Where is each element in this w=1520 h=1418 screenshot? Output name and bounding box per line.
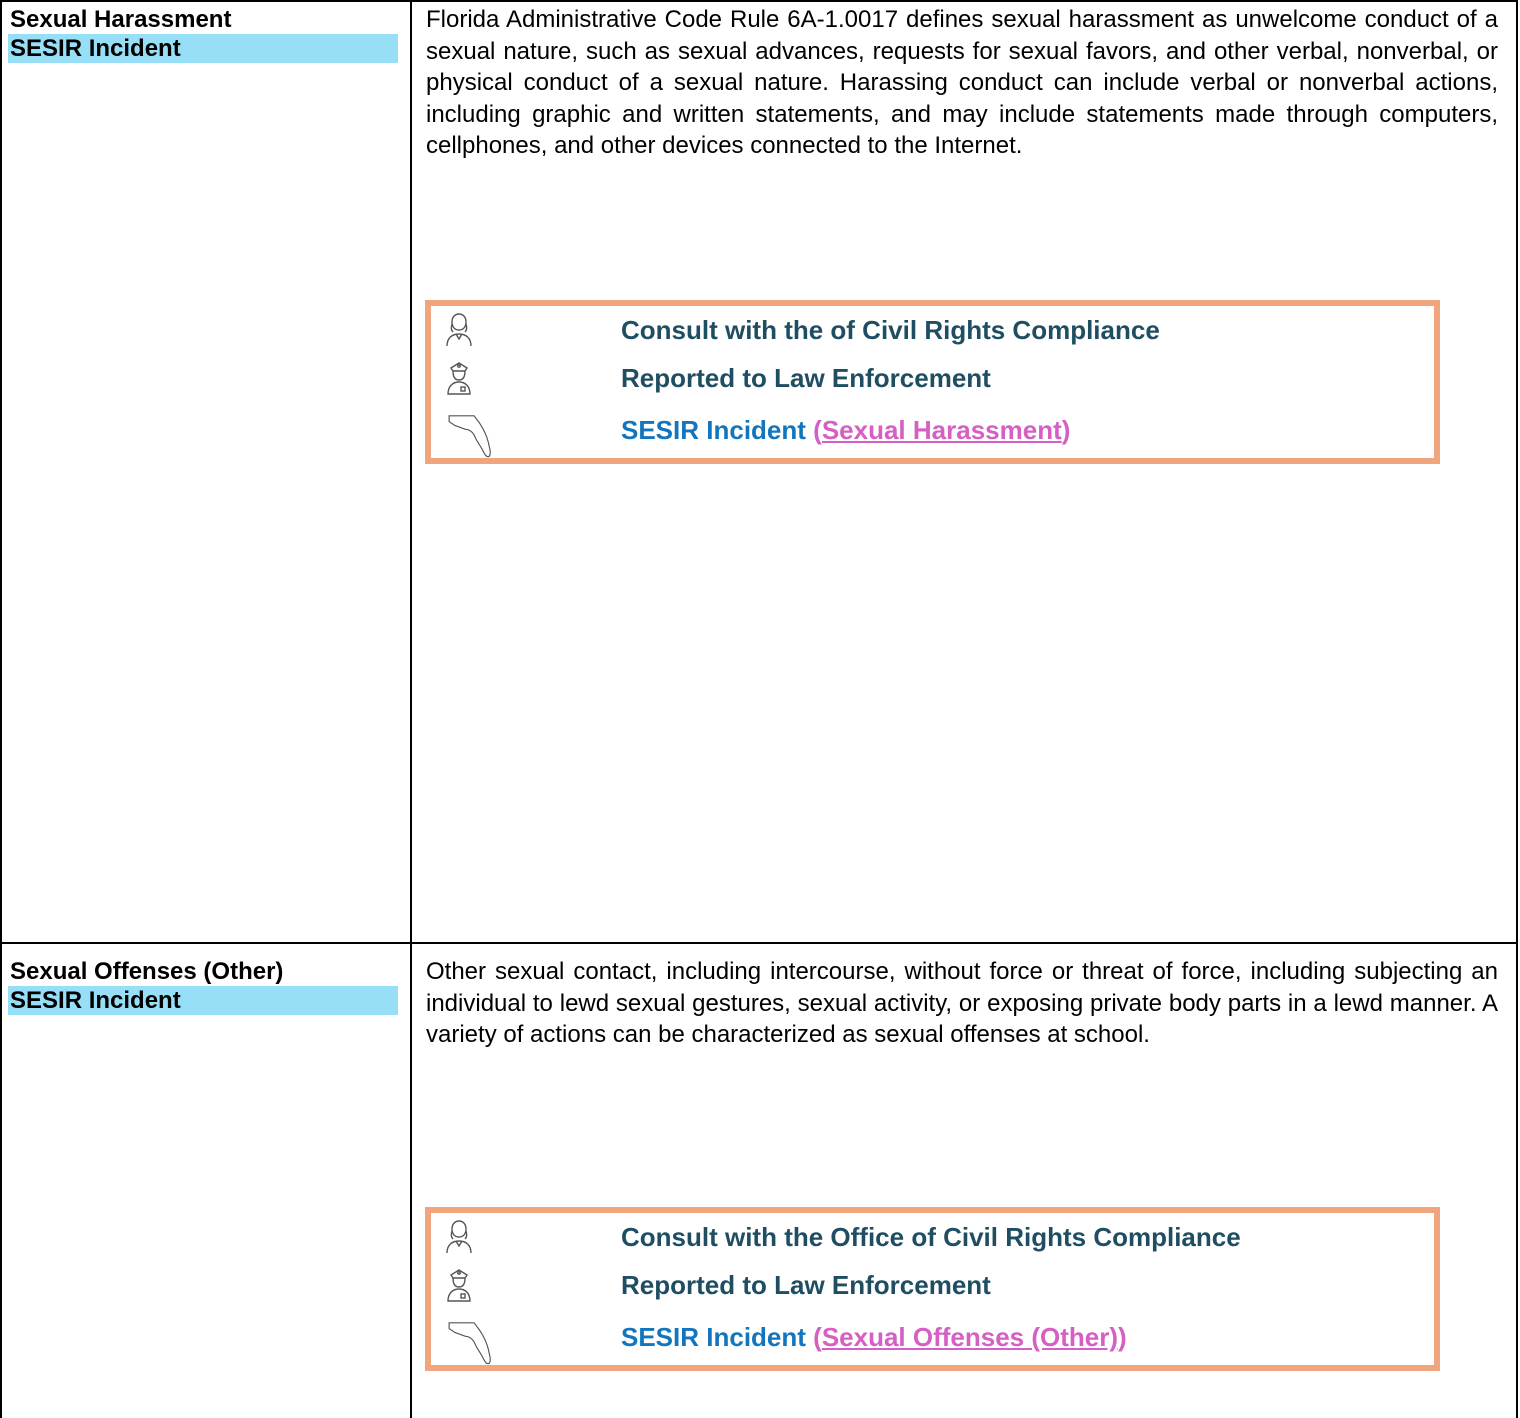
table-border-left xyxy=(0,0,2,1418)
definition-text: Other sexual contact, including intercou… xyxy=(426,958,1498,1048)
action-consult: Consult with the Office of Civil Rights … xyxy=(431,1219,1434,1259)
sesir-line: SESIR Incident (Sexual Offenses (Other)) xyxy=(621,1321,1127,1353)
term-cell-sexual-offenses: Sexual Offenses (Other) SESIR Incident xyxy=(8,957,398,1015)
report-text: Reported to Law Enforcement xyxy=(621,1270,991,1300)
action-report: Reported to Law Enforcement xyxy=(431,360,1434,400)
table-border-right xyxy=(1516,0,1518,1418)
person-icon xyxy=(446,1220,472,1254)
sesir-incident-tag: SESIR Incident xyxy=(8,986,398,1015)
consult-text: Consult with the of Civil Rights Complia… xyxy=(621,315,1160,345)
incident-table: Sexual Harassment SESIR Incident Florida… xyxy=(0,0,1520,1418)
table-row-divider xyxy=(0,942,1518,944)
action-box: Consult with the Office of Civil Rights … xyxy=(425,1207,1440,1371)
table-border-top xyxy=(0,0,1518,2)
sesir-close-paren: ) xyxy=(1061,415,1071,445)
action-sesir: SESIR Incident (Sexual Harassment) xyxy=(431,410,1434,458)
sesir-category-link[interactable]: Sexual Offenses (Other) xyxy=(822,1322,1118,1352)
sesir-incident-tag: SESIR Incident xyxy=(8,34,398,63)
term-cell-sexual-harassment: Sexual Harassment SESIR Incident xyxy=(8,5,398,63)
person-icon xyxy=(446,313,472,347)
sesir-label: SESIR Incident xyxy=(621,415,806,445)
action-report: Reported to Law Enforcement xyxy=(431,1267,1434,1307)
report-text: Reported to Law Enforcement xyxy=(621,363,991,393)
consult-text: Consult with the Office of Civil Rights … xyxy=(621,1222,1241,1252)
table-column-divider xyxy=(410,0,412,1418)
police-officer-icon xyxy=(447,1269,471,1302)
police-officer-icon xyxy=(447,362,471,395)
action-sesir: SESIR Incident (Sexual Offenses (Other)) xyxy=(431,1317,1434,1365)
sesir-category-link[interactable]: Sexual Harassment xyxy=(822,415,1062,445)
definition-text: Florida Administrative Code Rule 6A-1.00… xyxy=(426,6,1498,159)
term-title: Sexual Offenses (Other) xyxy=(10,958,284,985)
sesir-label: SESIR Incident xyxy=(621,1322,806,1352)
florida-map-icon xyxy=(448,415,491,458)
action-box: Consult with the of Civil Rights Complia… xyxy=(425,300,1440,464)
sesir-line: SESIR Incident (Sexual Harassment) xyxy=(621,414,1070,446)
florida-map-icon xyxy=(448,1322,491,1365)
sesir-close-paren: ) xyxy=(1118,1322,1127,1352)
sesir-open-paren: ( xyxy=(813,415,822,445)
sesir-open-paren: ( xyxy=(813,1322,822,1352)
term-title: Sexual Harassment xyxy=(10,6,232,33)
action-consult: Consult with the of Civil Rights Complia… xyxy=(431,312,1434,352)
